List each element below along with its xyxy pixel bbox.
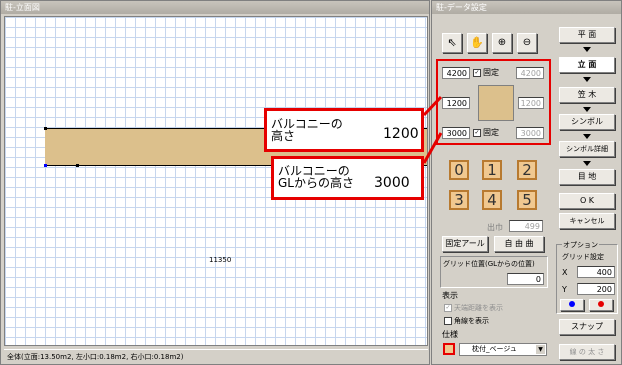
red-color-button[interactable] [589, 299, 613, 311]
data-settings-window-title: 駐-データ設定 [432, 1, 621, 14]
free-curve-button[interactable]: 自 由 曲 [494, 236, 544, 252]
highlight-box [436, 59, 551, 145]
ok-button[interactable]: O K [559, 193, 615, 209]
nav-elevation-button[interactable]: 立 面 [559, 57, 615, 73]
corner-point-blue [44, 164, 47, 167]
cancel-button[interactable]: キャンセル [559, 213, 615, 229]
arrow-down-icon [583, 47, 591, 52]
preset-button-0[interactable]: 0 [449, 160, 469, 180]
line-thickness-button[interactable]: 線 の 太 さ [559, 344, 615, 360]
options-label: オプション [562, 240, 599, 250]
projection-label: 出巾 [487, 223, 503, 232]
balcony-gl-height-callout-text: バルコニーの GLからの高さ [278, 164, 354, 190]
zoom-out-button[interactable]: ⊖ [517, 33, 537, 53]
check-icon: ✓ [444, 304, 452, 312]
pointer-tool-button[interactable]: ⇖ [442, 33, 462, 53]
chevron-down-icon: ▼ [536, 345, 545, 354]
arrow-down-icon [583, 161, 591, 166]
arrow-down-icon [583, 134, 591, 139]
nav-joint-button[interactable]: 目 地 [559, 169, 615, 185]
hand-tool-button[interactable]: ✋ [467, 33, 487, 53]
snap-button[interactable]: スナップ [559, 319, 615, 335]
corner-line-checkbox[interactable]: 角線を表示 [444, 316, 489, 326]
dimension-label: 11350 [209, 256, 232, 264]
nav-symbol-detail-button[interactable]: シンボル詳細 [559, 141, 615, 157]
preset-button-4[interactable]: 4 [482, 190, 502, 210]
spec-select[interactable]: 枕付_ベージュ ▼ [459, 343, 547, 356]
corner-line-label: 角線を表示 [454, 317, 489, 325]
grid-position-field[interactable]: 0 [507, 273, 544, 285]
ceiling-distance-checkbox[interactable]: ✓ 天端距離を表示 [444, 303, 503, 313]
balcony-gl-height-callout-value: 3000 [374, 175, 410, 191]
grid-settings-label: グリッド設定 [562, 253, 604, 261]
corner-point [44, 127, 47, 130]
red-dot-icon [598, 301, 604, 307]
preset-button-3[interactable]: 3 [449, 190, 469, 210]
nav-symbol-button[interactable]: シンボル [559, 114, 615, 130]
preset-button-2[interactable]: 2 [517, 160, 537, 180]
preset-button-5[interactable]: 5 [517, 190, 537, 210]
zoom-in-button[interactable]: ⊕ [492, 33, 512, 53]
ceiling-distance-label: 天端距離を表示 [454, 304, 503, 312]
nav-coping-button[interactable]: 笠 木 [559, 87, 615, 103]
grid-y-field[interactable]: 200 [577, 283, 615, 295]
balcony-height-callout-value: 1200 [383, 126, 419, 142]
status-bar: 全体(立面:13.50m2, 左小口:0.18m2, 右小口:0.18m2) [4, 349, 428, 363]
display-label: 表示 [442, 291, 458, 300]
preset-button-1[interactable]: 1 [482, 160, 502, 180]
grid-y-label: Y [562, 285, 567, 294]
arrow-down-icon [583, 77, 591, 82]
arrow-down-icon [583, 107, 591, 112]
data-settings-window: 駐-データ設定 ⇖ ✋ ⊕ ⊖ 4200 ✓ 固定 4200 1200 1200 … [431, 0, 622, 365]
grid-position-label: グリッド位置(GLからの位置) [443, 260, 535, 268]
projection-field[interactable]: 499 [509, 220, 543, 232]
blue-color-button[interactable] [560, 299, 584, 311]
spec-select-value: 枕付_ベージュ [472, 345, 517, 353]
balcony-height-callout: バルコニーの 高さ 1200 [264, 108, 424, 152]
corner-point [76, 164, 79, 167]
fixed-arm-button[interactable]: 固定アール [442, 236, 488, 252]
blue-dot-icon [569, 301, 575, 307]
spec-color-swatch [443, 343, 455, 355]
checkbox-empty [444, 317, 452, 325]
balcony-gl-height-callout: バルコニーの GLからの高さ 3000 [271, 156, 424, 200]
nav-plan-button[interactable]: 平 面 [559, 27, 615, 43]
balcony-height-callout-text: バルコニーの 高さ [271, 117, 343, 143]
elevation-window-title: 駐-立面図 [1, 1, 429, 14]
grid-x-field[interactable]: 400 [577, 266, 615, 278]
grid-x-label: X [562, 268, 568, 277]
spec-label: 仕様 [442, 330, 458, 339]
